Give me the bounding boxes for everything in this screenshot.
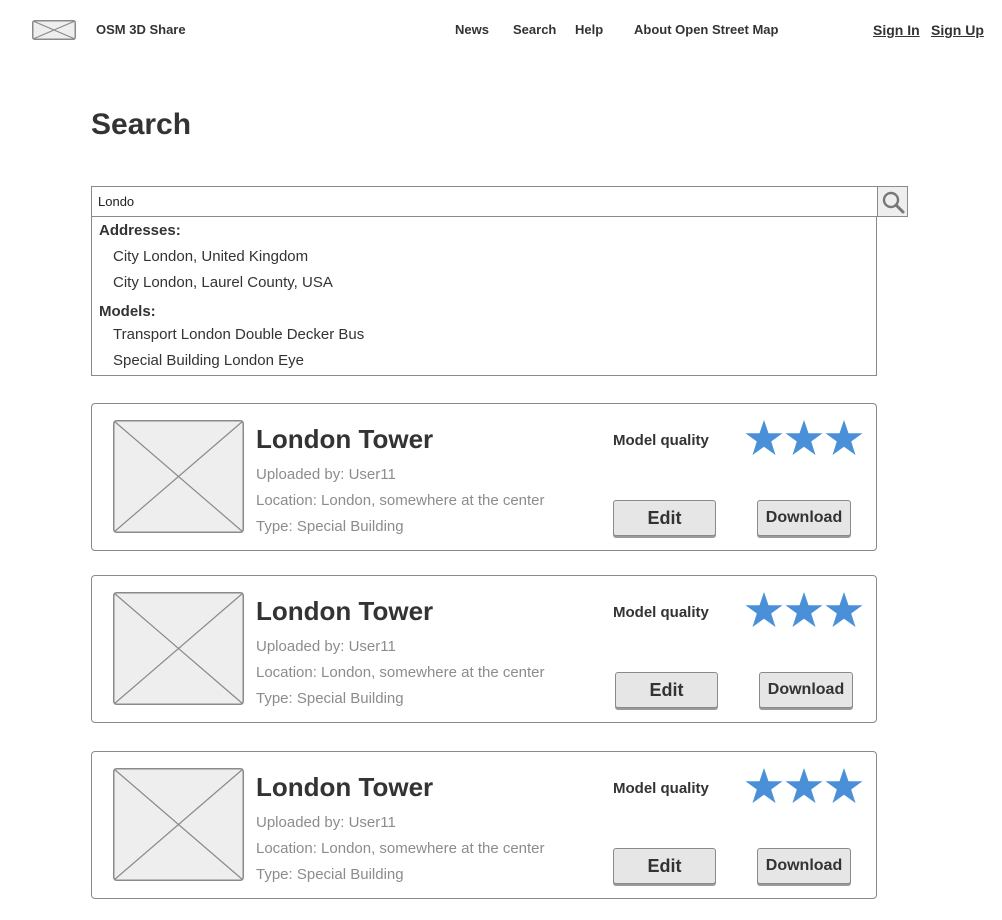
model-title[interactable]: London Tower (256, 596, 433, 627)
model-type: Type: Special Building (256, 690, 404, 707)
model-thumbnail-image-icon[interactable] (113, 592, 244, 705)
model-quality-label: Model quality (613, 432, 709, 449)
magnifier-icon (882, 191, 904, 213)
uploaded-by: Uploaded by: User11 (256, 466, 396, 483)
suggestion-group-models: Models: (99, 303, 156, 320)
suggestion-model-item[interactable]: Transport London Double Decker Bus (113, 326, 364, 343)
star-icon (745, 768, 783, 803)
suggestion-address-item[interactable]: City London, United Kingdom (113, 248, 308, 265)
model-thumbnail-image-icon[interactable] (113, 768, 244, 881)
result-card: London Tower Uploaded by: User11 Locatio… (91, 751, 877, 899)
search-suggestions-dropdown: Addresses: City London, United Kingdom C… (91, 217, 877, 376)
download-button[interactable]: Download (759, 672, 853, 708)
nav-about-osm[interactable]: About Open Street Map (634, 22, 778, 37)
location: Location: London, somewhere at the cente… (256, 664, 545, 681)
star-icon (785, 420, 823, 455)
page-title: Search (91, 108, 192, 141)
quality-rating-stars (745, 768, 863, 803)
suggestion-group-addresses: Addresses: (99, 222, 181, 239)
model-title[interactable]: London Tower (256, 772, 433, 803)
nav-news[interactable]: News (455, 22, 489, 37)
star-icon (825, 420, 863, 455)
model-title[interactable]: London Tower (256, 424, 433, 455)
search-button[interactable] (877, 186, 908, 217)
quality-rating-stars (745, 420, 863, 455)
quality-rating-stars (745, 592, 863, 627)
nav-search[interactable]: Search (513, 22, 556, 37)
suggestion-address-item[interactable]: City London, Laurel County, USA (113, 274, 333, 291)
uploaded-by: Uploaded by: User11 (256, 638, 396, 655)
download-button[interactable]: Download (757, 848, 851, 884)
star-icon (825, 768, 863, 803)
download-button[interactable]: Download (757, 500, 851, 536)
star-icon (785, 592, 823, 627)
star-icon (785, 768, 823, 803)
star-icon (825, 592, 863, 627)
edit-button[interactable]: Edit (613, 848, 716, 884)
nav-help[interactable]: Help (575, 22, 603, 37)
result-card: London Tower Uploaded by: User11 Locatio… (91, 403, 877, 551)
star-icon (745, 592, 783, 627)
top-navigation-bar: OSM 3D Share News Search Help About Open… (0, 0, 1002, 60)
location: Location: London, somewhere at the cente… (256, 492, 545, 509)
edit-button[interactable]: Edit (613, 500, 716, 536)
model-quality-label: Model quality (613, 604, 709, 621)
star-icon (745, 420, 783, 455)
logo-image-icon[interactable] (32, 20, 76, 40)
uploaded-by: Uploaded by: User11 (256, 814, 396, 831)
model-quality-label: Model quality (613, 780, 709, 797)
sign-up-link[interactable]: Sign Up (931, 22, 984, 38)
edit-button[interactable]: Edit (615, 672, 718, 708)
result-card: London Tower Uploaded by: User11 Locatio… (91, 575, 877, 723)
sign-in-link[interactable]: Sign In (873, 22, 920, 38)
model-type: Type: Special Building (256, 518, 404, 535)
location: Location: London, somewhere at the cente… (256, 840, 545, 857)
brand-name[interactable]: OSM 3D Share (96, 22, 186, 37)
model-type: Type: Special Building (256, 866, 404, 883)
model-thumbnail-image-icon[interactable] (113, 420, 244, 533)
suggestion-model-item[interactable]: Special Building London Eye (113, 352, 304, 369)
search-input[interactable] (91, 186, 877, 217)
